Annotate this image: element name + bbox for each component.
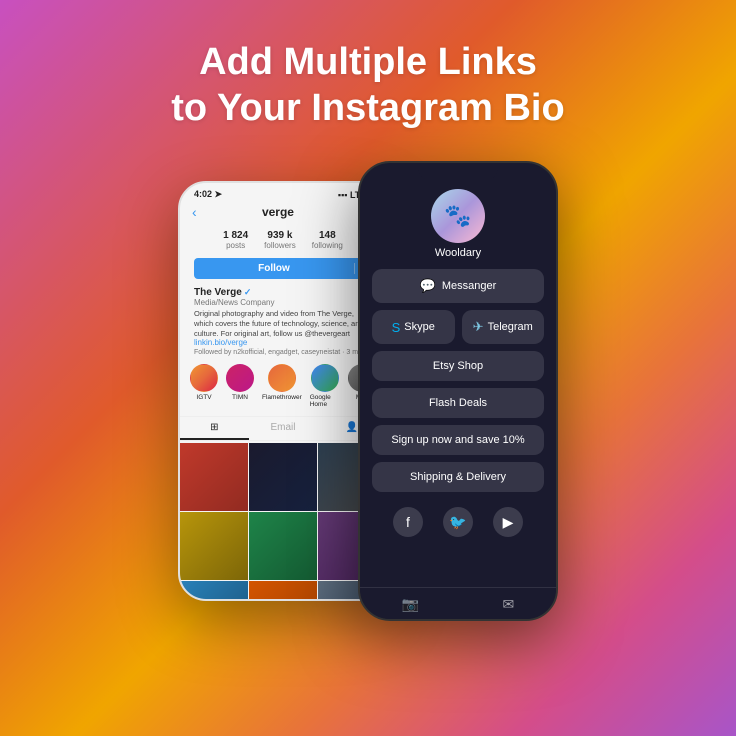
profile-biz: Media/News Company (194, 298, 372, 307)
verified-icon: ✓ (244, 287, 252, 298)
profile-name: The Verge ✓ (194, 287, 372, 298)
highlight-circle (190, 364, 218, 392)
time: 4:02 ➤ (194, 189, 222, 200)
link-shipping[interactable]: Shipping & Delivery (372, 462, 544, 492)
photo-cell (249, 581, 317, 601)
link-telegram[interactable]: ✈ Telegram (462, 310, 545, 344)
followed-by: Followed by n2kofficial, engadget, casey… (194, 349, 372, 356)
highlight-circle (268, 364, 296, 392)
link-row-skype-telegram: S Skype ✈ Telegram (372, 310, 544, 344)
photo-cell (180, 443, 248, 511)
content-tabs: ⊞ Email 👤 (180, 416, 386, 441)
phone-left: 4:02 ➤ ▪▪▪ LTE ▪ ‹ verge ••• 1 824 posts… (178, 181, 388, 601)
back-icon[interactable]: ‹ (192, 204, 197, 220)
follow-label: Follow (194, 263, 354, 274)
profile-username: Wooldary (435, 247, 481, 259)
follow-button[interactable]: Follow ▾ (194, 258, 372, 279)
profile-link[interactable]: linkin.bio/verge (194, 338, 372, 347)
bottom-nav-right: 📷 ✉ (360, 587, 556, 619)
flash-deals-label: Flash Deals (429, 397, 487, 409)
signup-label: Sign up now and save 10% (391, 434, 524, 446)
profile-info: The Verge ✓ Media/News Company Original … (180, 283, 386, 358)
link-messenger[interactable]: 💬 Messanger (372, 269, 544, 303)
highlight-circle (226, 364, 254, 392)
story-highlights: IGTV TIMN Flamethrower Google Home Mac (180, 358, 386, 414)
photo-cell (249, 512, 317, 580)
mail-icon[interactable]: ✉ (503, 596, 515, 613)
nav-bar: ‹ verge ••• (180, 202, 386, 224)
instagram-icon[interactable]: 📷 (402, 596, 419, 613)
link-signup[interactable]: Sign up now and save 10% (372, 425, 544, 455)
telegram-label: Telegram (488, 321, 533, 333)
phones-container: 4:02 ➤ ▪▪▪ LTE ▪ ‹ verge ••• 1 824 posts… (178, 161, 558, 621)
tab-email[interactable]: Email (249, 417, 318, 440)
highlight-google-home[interactable]: Google Home (310, 364, 340, 408)
youtube-icon[interactable]: ▶ (493, 507, 523, 537)
messenger-icon: 💬 (420, 278, 436, 294)
skype-icon: S (392, 320, 401, 335)
photo-grid (180, 443, 386, 601)
photo-cell (180, 512, 248, 580)
profile-desc: Original photography and video from The … (194, 309, 372, 338)
highlight-timn[interactable]: TIMN (226, 364, 254, 408)
highlight-circle (311, 364, 339, 392)
phone-right: 🐾 Wooldary 💬 Messanger S Skype ✈ Telegra… (358, 161, 558, 621)
etsy-shop-label: Etsy Shop (433, 360, 483, 372)
stat-followers: 939 k followers (264, 230, 296, 250)
telegram-icon: ✈ (473, 319, 484, 335)
messenger-label: Messanger (442, 280, 496, 292)
photo-cell (180, 581, 248, 601)
photo-cell (249, 443, 317, 511)
headline-line2: to Your Instagram Bio (171, 86, 564, 132)
skype-label: Skype (404, 321, 435, 333)
right-content: 🐾 Wooldary 💬 Messanger S Skype ✈ Telegra… (360, 181, 556, 537)
status-bar-left: 4:02 ➤ ▪▪▪ LTE ▪ (180, 183, 386, 202)
stat-posts: 1 824 posts (223, 230, 248, 250)
link-skype[interactable]: S Skype (372, 310, 455, 344)
phone-notch (418, 163, 498, 181)
link-etsy-shop[interactable]: Etsy Shop (372, 351, 544, 381)
profile-stats: 1 824 posts 939 k followers 148 followin… (180, 224, 386, 254)
username: verge (262, 205, 294, 219)
highlight-flamethrower[interactable]: Flamethrower (262, 364, 302, 408)
headline: Add Multiple Links to Your Instagram Bio (171, 0, 564, 131)
tab-grid[interactable]: ⊞ (180, 417, 249, 440)
highlight-igtv[interactable]: IGTV (190, 364, 218, 408)
shipping-label: Shipping & Delivery (410, 471, 506, 483)
link-flash-deals[interactable]: Flash Deals (372, 388, 544, 418)
social-icons-row: f 🐦 ▶ (393, 507, 523, 537)
background: Add Multiple Links to Your Instagram Bio… (0, 0, 736, 736)
twitter-icon[interactable]: 🐦 (443, 507, 473, 537)
headline-line1: Add Multiple Links (171, 40, 564, 86)
profile-picture: 🐾 (431, 189, 485, 243)
stat-following: 148 following (312, 230, 343, 250)
facebook-icon[interactable]: f (393, 507, 423, 537)
